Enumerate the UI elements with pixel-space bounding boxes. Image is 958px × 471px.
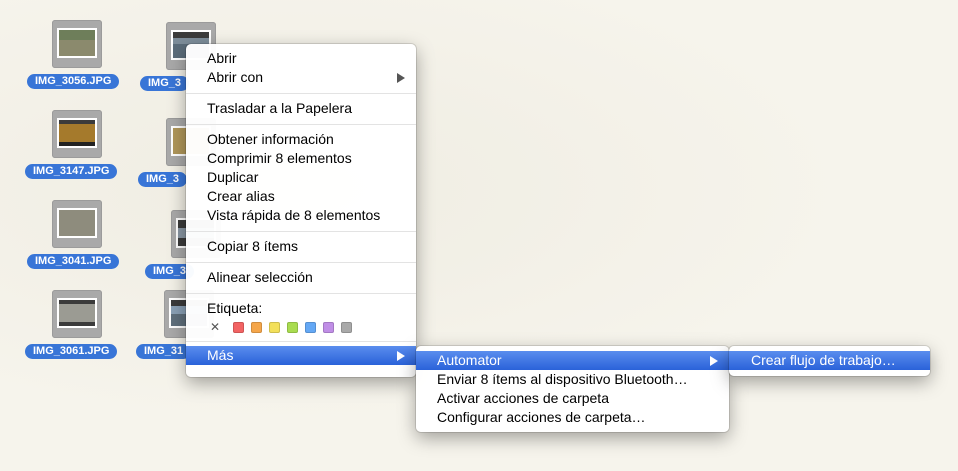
- menu-item-duplicate[interactable]: Duplicar: [186, 168, 416, 187]
- file-icon-img-3041[interactable]: IMG_3041.JPG: [25, 200, 135, 280]
- file-label: IMG_3041.JPG: [27, 254, 120, 269]
- menu-item-configure-folder-actions[interactable]: Configurar acciones de carpeta…: [416, 408, 729, 427]
- menu-item-get-info[interactable]: Obtener información: [186, 130, 416, 149]
- submenu-arrow-icon: [397, 351, 405, 361]
- tag-blue[interactable]: [305, 322, 316, 333]
- file-icon-img-3056[interactable]: IMG_3056.JPG: [25, 20, 135, 100]
- menu-separator: [186, 262, 416, 263]
- menu-item-enable-folder-actions[interactable]: Activar acciones de carpeta: [416, 389, 729, 408]
- context-menu: Abrir Abrir con Trasladar a la Papelera …: [186, 44, 416, 377]
- menu-separator: [186, 231, 416, 232]
- tag-yellow[interactable]: [269, 322, 280, 333]
- menu-separator: [186, 293, 416, 294]
- menu-item-label: Más: [207, 347, 234, 363]
- submenu-arrow-icon: [710, 356, 718, 366]
- menu-item-send-bluetooth[interactable]: Enviar 8 ítems al dispositivo Bluetooth…: [416, 370, 729, 389]
- menu-item-open[interactable]: Abrir: [186, 49, 416, 68]
- menu-item-label: Automator: [437, 352, 502, 368]
- file-label: IMG_3: [138, 172, 188, 187]
- menu-item-copy[interactable]: Copiar 8 ítems: [186, 237, 416, 256]
- image-thumbnail-icon: [52, 200, 102, 248]
- tag-green[interactable]: [287, 322, 298, 333]
- menu-item-move-to-trash[interactable]: Trasladar a la Papelera: [186, 99, 416, 118]
- file-label: IMG_3147.JPG: [25, 164, 118, 179]
- tag-heading: Etiqueta:: [207, 300, 263, 316]
- menu-item-automator[interactable]: Automator: [416, 351, 729, 370]
- menu-item-create-workflow[interactable]: Crear flujo de trabajo…: [729, 351, 930, 370]
- file-icon-img-3061[interactable]: IMG_3061.JPG: [25, 290, 135, 370]
- tag-purple[interactable]: [323, 322, 334, 333]
- menu-separator: [186, 93, 416, 94]
- tag-orange[interactable]: [251, 322, 262, 333]
- menu-item-compress[interactable]: Comprimir 8 elementos: [186, 149, 416, 168]
- menu-item-align-selection[interactable]: Alinear selección: [186, 268, 416, 287]
- image-thumbnail-icon: [52, 110, 102, 158]
- menu-item-quick-look[interactable]: Vista rápida de 8 elementos: [186, 206, 416, 225]
- file-icon-img-3147[interactable]: IMG_3147.JPG: [25, 110, 135, 190]
- tag-red[interactable]: [233, 322, 244, 333]
- image-thumbnail-icon: [52, 290, 102, 338]
- menu-separator: [186, 341, 416, 342]
- tag-color-picker: ✕: [186, 318, 416, 340]
- submenu-more: Automator Enviar 8 ítems al dispositivo …: [416, 346, 729, 432]
- clear-tag-icon[interactable]: ✕: [210, 320, 220, 334]
- submenu-arrow-icon: [397, 73, 405, 83]
- file-label: IMG_3: [140, 76, 190, 91]
- file-label: IMG_3056.JPG: [27, 74, 120, 89]
- menu-item-make-alias[interactable]: Crear alias: [186, 187, 416, 206]
- menu-item-label: Abrir con: [207, 69, 264, 85]
- file-label: IMG_3061.JPG: [25, 344, 118, 359]
- menu-separator: [186, 124, 416, 125]
- tag-gray[interactable]: [341, 322, 352, 333]
- file-label: IMG_31: [136, 344, 192, 359]
- image-thumbnail-icon: [52, 20, 102, 68]
- menu-item-more[interactable]: Más: [186, 346, 416, 365]
- menu-item-open-with[interactable]: Abrir con: [186, 68, 416, 87]
- submenu-automator: Crear flujo de trabajo…: [729, 346, 930, 376]
